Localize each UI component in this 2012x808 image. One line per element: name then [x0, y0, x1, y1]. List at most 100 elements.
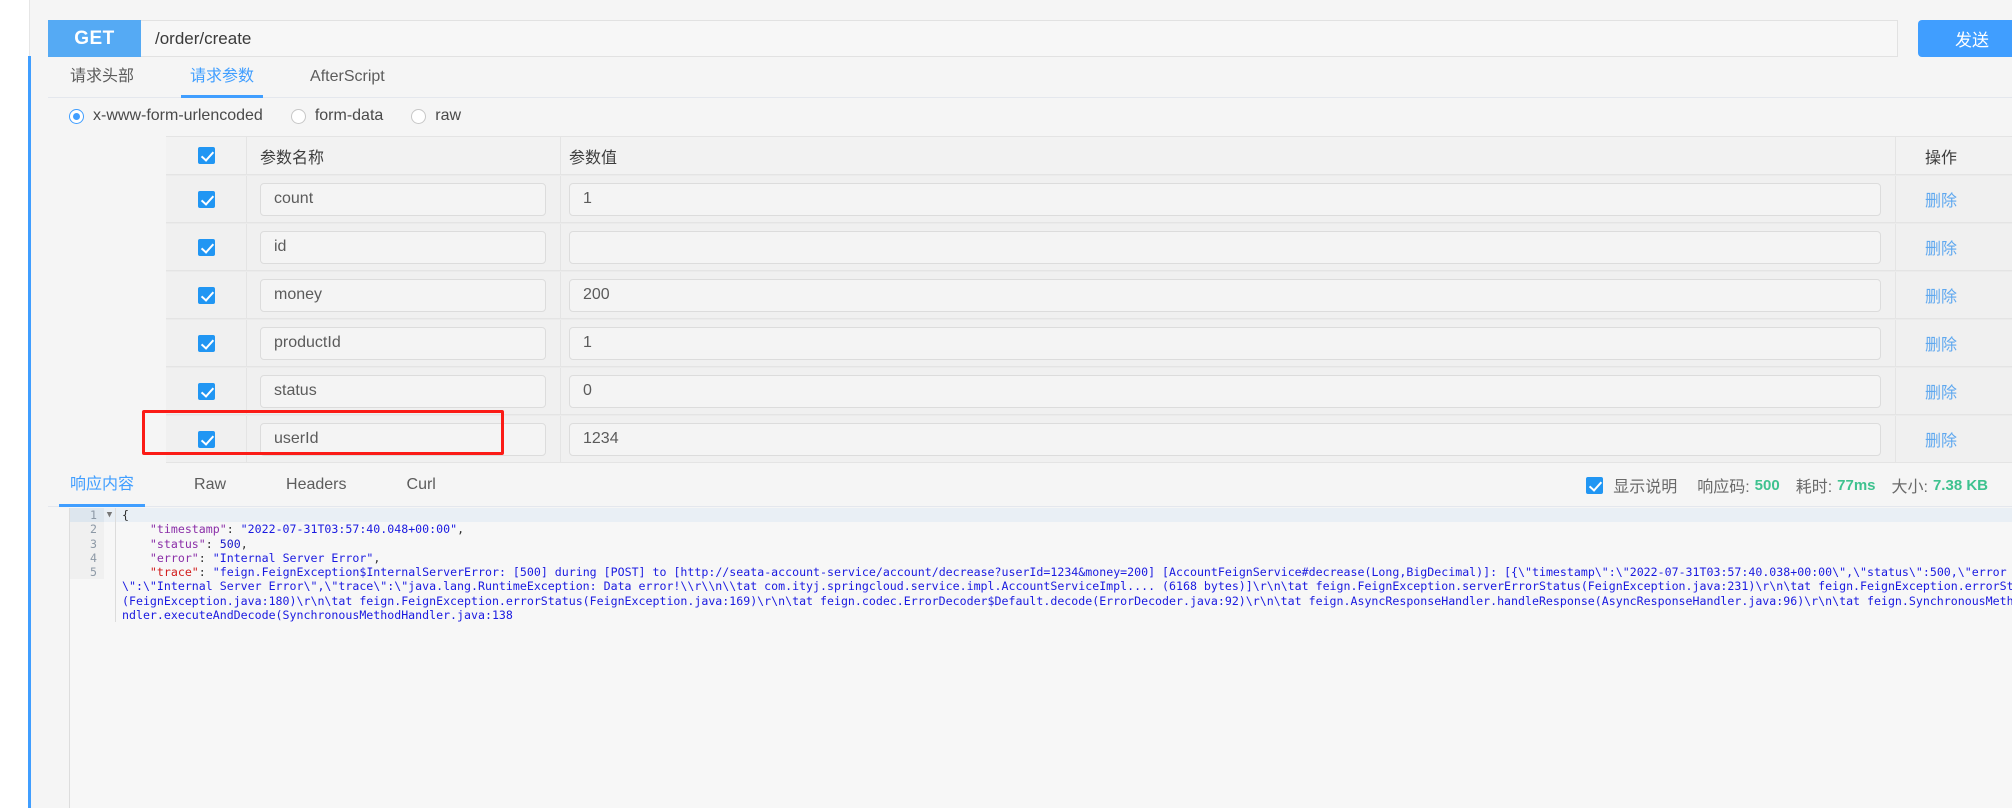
code-line-text: "trace": "feign.FeignException$InternalS…	[115, 565, 2012, 623]
code-line-text: {	[115, 508, 2012, 523]
header-cell-value: 参数值	[560, 137, 1895, 174]
send-request-button[interactable]: 发送	[1918, 20, 2012, 57]
body-type-radio-group: x-www-form-urlencoded form-data raw	[69, 107, 489, 125]
line-number: 4	[70, 550, 104, 566]
elapsed-time-value: 77ms	[1837, 476, 1876, 494]
line-number: 2	[70, 522, 104, 537]
row-action-cell: 删除	[1895, 176, 2012, 222]
row-name-cell	[247, 320, 560, 366]
show-description-checkbox[interactable]	[1586, 476, 1604, 494]
param-name-input[interactable]	[260, 326, 546, 360]
radio-unselected-icon	[411, 108, 427, 124]
param-name-input[interactable]	[260, 278, 546, 312]
tab-request-headers[interactable]: 请求头部	[70, 62, 134, 97]
row-checkbox[interactable]	[197, 190, 215, 208]
tab-response-raw[interactable]: Raw	[194, 476, 226, 506]
row-value-cell	[560, 368, 1895, 414]
radio-raw[interactable]: raw	[411, 107, 461, 125]
tab-response-body[interactable]: 响应内容	[58, 470, 146, 507]
row-check-cell	[166, 368, 247, 414]
row-checkbox[interactable]	[197, 238, 215, 256]
header-label-action: 操作	[1925, 149, 1958, 167]
row-checkbox[interactable]	[197, 382, 215, 400]
radio-label-form-data: form-data	[314, 107, 384, 124]
row-check-cell	[166, 224, 247, 270]
response-meta-bar: 显示说明 响应码: 500 耗时: 77ms 大小: 7.38 KB	[1586, 473, 2004, 497]
row-action-cell: 删除	[1895, 224, 2012, 270]
row-value-cell	[560, 320, 1895, 366]
elapsed-time-label: 耗时:	[1795, 479, 1833, 496]
left-gutter	[0, 0, 30, 808]
param-value-input[interactable]	[569, 374, 1881, 408]
tab-response-headers[interactable]: Headers	[286, 476, 346, 506]
radio-unselected-icon	[290, 108, 306, 124]
delete-row-link[interactable]: 删除	[1925, 235, 1957, 259]
code-line: 4 "error": "Internal Server Error",	[70, 550, 2012, 566]
table-row-highlighted: 删除	[166, 415, 2012, 463]
radio-x-www-form-urlencoded[interactable]: x-www-form-urlencoded	[69, 107, 263, 125]
delete-row-link[interactable]: 删除	[1925, 379, 1957, 403]
param-name-input[interactable]	[260, 374, 546, 408]
line-number: 5	[70, 565, 104, 580]
status-code-value: 500	[1754, 476, 1780, 494]
row-check-cell	[166, 176, 247, 222]
status-code-label: 响应码:	[1697, 479, 1750, 496]
param-value-input[interactable]	[569, 278, 1881, 312]
radio-form-data[interactable]: form-data	[290, 107, 384, 125]
table-row: 删除	[166, 319, 2012, 367]
radio-selected-icon	[69, 108, 84, 124]
row-action-cell: 删除	[1895, 320, 2012, 366]
line-number: 3	[70, 536, 104, 551]
row-value-cell	[560, 416, 1895, 462]
header-cell-name: 参数名称	[247, 137, 560, 174]
row-action-cell: 删除	[1895, 272, 2012, 318]
param-name-input[interactable]	[260, 422, 546, 456]
delete-row-link[interactable]: 删除	[1925, 331, 1957, 355]
row-action-cell: 删除	[1895, 416, 2012, 462]
tab-response-curl[interactable]: Curl	[407, 476, 436, 506]
radio-label-raw: raw	[435, 107, 462, 124]
param-name-input[interactable]	[260, 230, 546, 264]
param-value-input[interactable]	[569, 230, 1881, 264]
tab-request-params[interactable]: 请求参数	[181, 62, 264, 98]
row-checkbox[interactable]	[197, 430, 215, 448]
row-checkbox[interactable]	[197, 334, 215, 352]
row-check-cell	[166, 272, 247, 318]
row-name-cell	[247, 416, 560, 462]
select-all-cell	[166, 137, 247, 174]
delete-row-link[interactable]: 删除	[1925, 427, 1957, 451]
code-line: 3 "status": 500,	[70, 536, 2012, 551]
response-body-viewer[interactable]: 1 ▼ { 2 "timestamp": "2022-07-31T03:57:4…	[69, 508, 2012, 808]
http-method-button[interactable]: GET	[48, 20, 141, 57]
row-name-cell	[247, 368, 560, 414]
code-line: 2 "timestamp": "2022-07-31T03:57:40.048+…	[70, 522, 2012, 537]
code-line-text: "error": "Internal Server Error",	[115, 550, 2012, 566]
tab-afterscript[interactable]: AfterScript	[310, 68, 385, 97]
code-line-text: "status": 500,	[115, 536, 2012, 551]
request-tabs: 请求头部 请求参数 AfterScript	[48, 62, 2012, 98]
show-description-label: 显示说明	[1613, 479, 1678, 496]
code-line: 5 "trace": "feign.FeignException$Interna…	[70, 565, 2012, 623]
response-size-value: 7.38 KB	[1932, 476, 1988, 494]
api-debug-tool: GET 发送 请求头部 请求参数 AfterScript x-www-form-…	[0, 0, 2012, 808]
table-row: 删除	[166, 175, 2012, 223]
select-all-checkbox[interactable]	[197, 147, 215, 164]
table-row: 删除	[166, 223, 2012, 271]
request-url-input[interactable]	[141, 20, 1898, 57]
row-checkbox[interactable]	[197, 286, 215, 304]
header-label-name: 参数名称	[260, 149, 325, 167]
param-name-input[interactable]	[260, 182, 546, 216]
fold-toggle-icon[interactable]: ▼	[104, 508, 115, 522]
param-table-header: 参数名称 参数值 操作	[166, 136, 2012, 175]
param-value-input[interactable]	[569, 182, 1881, 216]
param-value-input[interactable]	[569, 326, 1881, 360]
row-value-cell	[560, 224, 1895, 270]
delete-row-link[interactable]: 删除	[1925, 187, 1957, 211]
code-line-text: "timestamp": "2022-07-31T03:57:40.048+00…	[115, 522, 2012, 537]
table-row: 删除	[166, 271, 2012, 319]
row-name-cell	[247, 224, 560, 270]
param-value-input[interactable]	[569, 422, 1881, 456]
row-name-cell	[247, 272, 560, 318]
request-url-bar: GET	[48, 20, 1898, 57]
delete-row-link[interactable]: 删除	[1925, 283, 1957, 307]
